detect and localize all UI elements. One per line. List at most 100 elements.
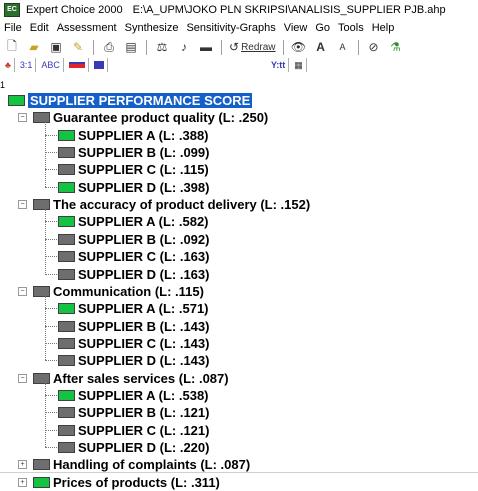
tree-alternative-row[interactable]: SUPPLIER A (L: .388) xyxy=(58,127,209,144)
menu-edit[interactable]: Edit xyxy=(26,22,53,34)
alternative-label: SUPPLIER A (L: .571) xyxy=(78,301,209,317)
tree-alternative-row[interactable]: SUPPLIER A (L: .571) xyxy=(58,300,209,317)
menu-view[interactable]: View xyxy=(280,22,312,34)
tree-criterion-row[interactable]: + Prices of products (L: .311) xyxy=(18,474,220,491)
title-bar: EC Expert Choice 2000 E:\A_UPM\JOKO PLN … xyxy=(0,0,478,19)
balance-icon[interactable]: ⚖ xyxy=(152,39,172,56)
tree-connector xyxy=(45,429,57,431)
edit-icon[interactable]: ✎ xyxy=(68,39,88,56)
alternative-node-icon xyxy=(58,424,75,436)
criterion-label: Prices of products (L: .311) xyxy=(53,474,220,490)
criterion-label: Guarantee product quality (L: .250) xyxy=(53,110,269,126)
alternative-node-icon xyxy=(58,268,75,280)
tree-alternative-row[interactable]: SUPPLIER B (L: .121) xyxy=(58,404,209,421)
font-larger-icon[interactable]: A xyxy=(311,39,331,56)
tree-alternative-row[interactable]: SUPPLIER C (L: .143) xyxy=(58,335,209,352)
main-toolbar: 🗋 ▰ ▣ ✎ ⎙ ▤ ⚖ ♪ ▬ ↺ Redraw 👁 A A ⊘ ⚗ xyxy=(2,37,476,57)
tree-connector xyxy=(45,412,57,414)
alternative-node-icon xyxy=(58,355,75,367)
menu-file[interactable]: File xyxy=(0,22,26,34)
new-file-icon[interactable]: 🗋 xyxy=(2,39,22,56)
tree-connector xyxy=(45,238,57,240)
eye-icon[interactable]: 👁 xyxy=(289,39,309,56)
tree-connector xyxy=(45,186,57,188)
redraw-icon: ↺ xyxy=(229,40,240,54)
tree-connector xyxy=(45,382,46,447)
tree-alternative-row[interactable]: SUPPLIER D (L: .163) xyxy=(58,266,209,283)
toolbar-divider xyxy=(357,39,359,55)
alternative-label: SUPPLIER B (L: .099) xyxy=(78,145,210,161)
menu-go[interactable]: Go xyxy=(311,22,334,34)
alternative-node-icon xyxy=(58,164,75,176)
save-icon[interactable]: ▣ xyxy=(46,39,66,56)
tree-alternative-row[interactable]: SUPPLIER A (L: .538) xyxy=(58,387,209,404)
expand-collapse-icon[interactable]: − xyxy=(18,373,27,383)
criterion-node-icon xyxy=(33,372,50,384)
keyboard-icon[interactable]: ▬ xyxy=(196,39,216,56)
expand-collapse-icon[interactable]: + xyxy=(18,477,27,487)
alternative-node-icon xyxy=(58,389,75,401)
menu-assessment[interactable]: Assessment xyxy=(53,22,121,34)
alternative-node-icon xyxy=(58,407,75,419)
redraw-button[interactable]: ↺ Redraw xyxy=(227,39,278,56)
tree-connector xyxy=(45,221,57,223)
tree-connector xyxy=(45,360,57,362)
abc-button[interactable]: ABC xyxy=(38,58,64,72)
tree-connector xyxy=(45,169,57,171)
font-smaller-icon[interactable]: A xyxy=(333,39,353,56)
tools-icon[interactable]: ⚗ xyxy=(386,39,406,56)
tree-alternative-row[interactable]: SUPPLIER C (L: .115) xyxy=(58,161,209,178)
node-number: 1 xyxy=(0,80,6,90)
tree-alternative-row[interactable]: SUPPLIER B (L: .143) xyxy=(58,318,209,335)
tree-connector xyxy=(45,394,57,396)
tree-alternative-row[interactable]: SUPPLIER A (L: .582) xyxy=(58,213,209,230)
goal-tree-icon[interactable]: ♣ xyxy=(2,58,15,72)
alternative-label: SUPPLIER B (L: .121) xyxy=(78,405,210,421)
tree-connector xyxy=(45,308,57,310)
ratio-button[interactable]: 3:1 xyxy=(17,58,37,72)
criterion-node-icon xyxy=(33,199,50,211)
tree-alternative-row[interactable]: SUPPLIER B (L: .092) xyxy=(58,231,209,248)
grid-icon[interactable]: ▦ xyxy=(291,58,307,72)
tree-alternative-row[interactable]: SUPPLIER D (L: .220) xyxy=(58,439,209,456)
expand-collapse-icon[interactable]: + xyxy=(18,460,27,470)
tree-connector xyxy=(45,256,57,258)
toolbar-divider xyxy=(93,39,94,55)
redraw-label: Redraw xyxy=(241,41,276,53)
criterion-label: After sales services (L: .087) xyxy=(53,370,229,386)
app-title: Expert Choice 2000 xyxy=(26,3,123,16)
menu-bar: File Edit Assessment Synthesize Sensitiv… xyxy=(0,19,478,37)
menu-help[interactable]: Help xyxy=(368,22,399,34)
spin-icon[interactable]: ⊘ xyxy=(364,39,384,56)
print-icon[interactable]: ⎙ xyxy=(99,39,119,56)
tree-alternative-row[interactable]: SUPPLIER D (L: .398) xyxy=(58,179,209,196)
tree-alternative-row[interactable]: SUPPLIER B (L: .099) xyxy=(58,144,209,161)
weight-button[interactable]: Y:tt xyxy=(268,58,290,72)
tree-criterion-row[interactable]: − Guarantee product quality (L: .250) xyxy=(18,109,268,126)
menu-synthesize[interactable]: Synthesize xyxy=(121,22,183,34)
print-preview-icon[interactable]: ▤ xyxy=(121,39,141,56)
color-swatch-icon[interactable] xyxy=(66,58,89,72)
alternative-label: SUPPLIER B (L: .092) xyxy=(78,231,210,247)
alternative-label: SUPPLIER A (L: .388) xyxy=(78,127,209,143)
expand-collapse-icon[interactable]: − xyxy=(18,200,27,210)
tree-criterion-row[interactable]: + Handling of complaints (L: .087) xyxy=(18,456,250,473)
tree-alternative-row[interactable]: SUPPLIER C (L: .163) xyxy=(58,248,209,265)
criterion-label: Communication (L: .115) xyxy=(53,283,204,299)
criterion-node-icon xyxy=(33,459,50,471)
tree-criterion-row[interactable]: − After sales services (L: .087) xyxy=(18,370,229,387)
flag-icon[interactable] xyxy=(91,58,108,72)
tree-alternative-row[interactable]: SUPPLIER D (L: .143) xyxy=(58,352,209,369)
expand-collapse-icon[interactable]: − xyxy=(18,113,27,123)
expand-collapse-icon[interactable]: − xyxy=(18,286,27,296)
tree-connector xyxy=(45,325,57,327)
music-note-icon[interactable]: ♪ xyxy=(174,39,194,56)
menu-tools[interactable]: Tools xyxy=(334,22,368,34)
alternative-node-icon xyxy=(58,129,75,141)
tree-goal-row[interactable]: SUPPLIER PERFORMANCE SCORE xyxy=(8,92,253,109)
tree-alternative-row[interactable]: SUPPLIER C (L: .121) xyxy=(58,422,209,439)
toolbar-divider xyxy=(146,39,147,55)
menu-sensitivity-graphs[interactable]: Sensitivity-Graphs xyxy=(182,22,279,34)
open-folder-icon[interactable]: ▰ xyxy=(24,39,44,56)
tree-criterion-row[interactable]: − The accuracy of product delivery (L: .1… xyxy=(18,196,310,213)
